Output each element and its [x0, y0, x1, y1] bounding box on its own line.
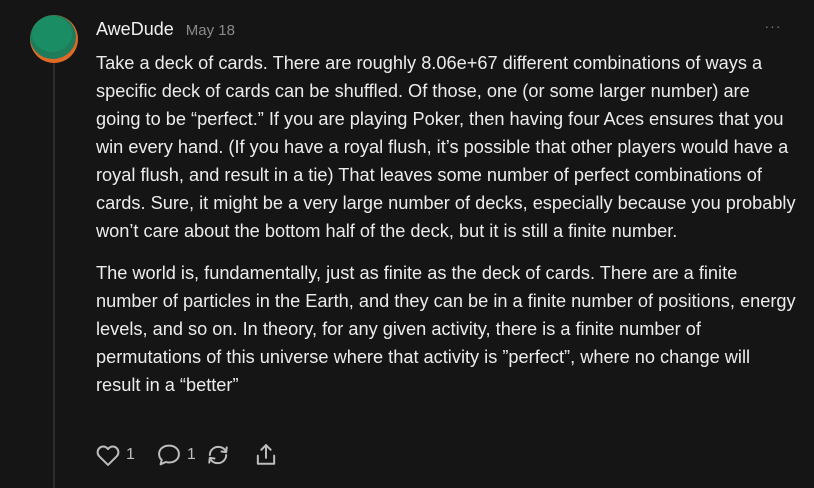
share-button[interactable] [252, 441, 280, 469]
like-button[interactable]: 1 [94, 441, 135, 469]
username[interactable]: AweDude [96, 19, 174, 40]
avatar-graphic [30, 15, 76, 59]
more-icon[interactable]: ··· [762, 18, 784, 38]
restack-button[interactable] [204, 441, 232, 469]
post-header: AweDude May 18 [96, 19, 235, 43]
avatar[interactable] [30, 15, 78, 63]
post-paragraph: The world is, fundamentally, just as fin… [96, 263, 796, 395]
post-date[interactable]: May 18 [186, 22, 235, 39]
heart-icon [94, 441, 122, 469]
action-bar: 1 1 [94, 440, 280, 470]
post-paragraph: Take a deck of cards. There are roughly … [96, 53, 796, 241]
post-body: Take a deck of cards. There are roughly … [96, 49, 796, 413]
thread-line [53, 62, 55, 488]
restack-icon [204, 441, 232, 469]
comment-icon [155, 441, 183, 469]
comment-count: 1 [186, 446, 196, 463]
share-icon [252, 441, 280, 469]
comment-button[interactable]: 1 [155, 441, 196, 469]
like-count: 1 [126, 446, 135, 463]
